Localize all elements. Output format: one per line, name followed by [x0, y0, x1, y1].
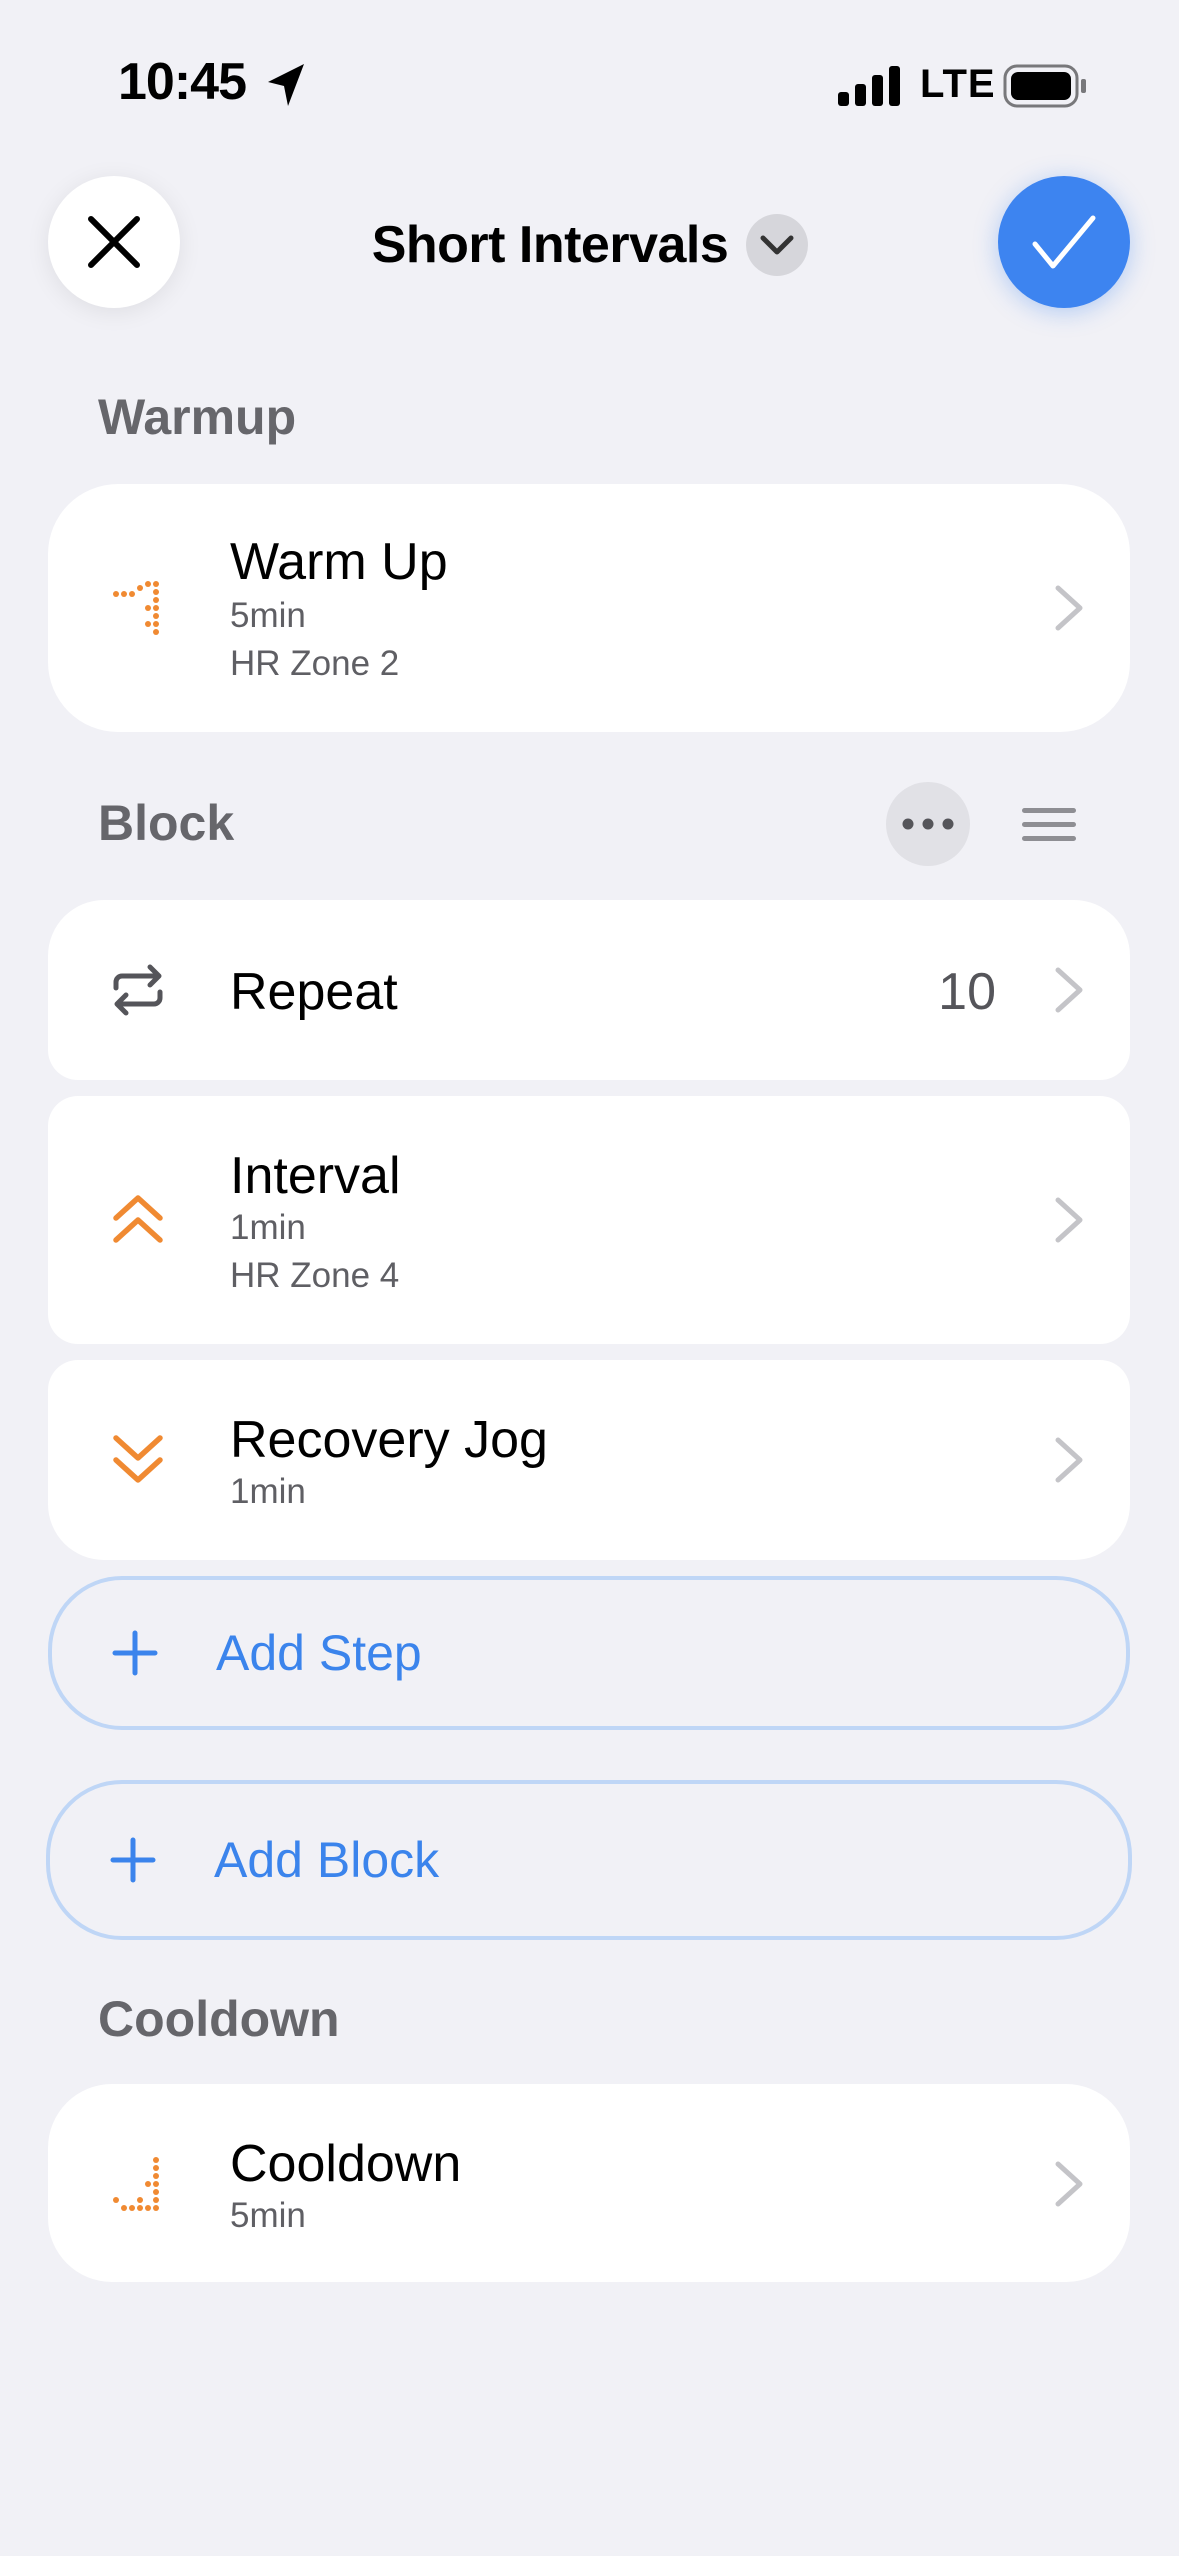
step-card-cooldown[interactable]: Cooldown 5min — [48, 2084, 1130, 2282]
close-button[interactable] — [48, 176, 180, 308]
chevron-down-icon — [760, 235, 794, 255]
step-card-recovery-jog[interactable]: Recovery Jog 1min — [48, 1360, 1130, 1560]
chevron-right-icon — [1055, 967, 1083, 1013]
add-block-button[interactable]: Add Block — [46, 1780, 1132, 1940]
chevrons-down-icon — [113, 1435, 163, 1483]
chevron-right-icon — [1055, 2161, 1083, 2207]
step-title: Cooldown — [230, 2135, 462, 2193]
step-title: Warm Up — [230, 533, 448, 591]
chevrons-up-icon — [113, 1195, 163, 1243]
repeat-count: 10 — [938, 963, 996, 1021]
step-card-interval[interactable]: Interval 1min HR Zone 4 — [48, 1096, 1130, 1344]
plus-icon — [110, 1837, 156, 1883]
step-title: Interval — [230, 1147, 401, 1205]
block-more-button[interactable] — [886, 782, 970, 866]
add-block-label: Add Block — [214, 1832, 440, 1888]
ellipsis-icon — [902, 818, 954, 830]
section-header-warmup: Warmup — [98, 389, 297, 445]
step-target: HR Zone 4 — [230, 1256, 400, 1295]
done-button[interactable] — [998, 176, 1130, 308]
chevron-right-icon — [1055, 585, 1083, 631]
step-duration: 1min — [230, 1208, 306, 1247]
status-time: 10:45 — [118, 53, 247, 111]
battery-icon — [1003, 64, 1086, 108]
add-step-button[interactable]: Add Step — [48, 1576, 1130, 1730]
repeat-card[interactable]: Repeat 10 — [48, 900, 1130, 1080]
step-duration: 5min — [230, 596, 306, 635]
plus-icon — [112, 1630, 158, 1676]
network-type: LTE — [920, 62, 996, 106]
add-step-label: Add Step — [216, 1625, 422, 1681]
step-duration: 1min — [230, 1472, 306, 1511]
step-target: HR Zone 2 — [230, 644, 400, 683]
title-dropdown[interactable] — [746, 214, 809, 276]
cooldown-steps-icon — [113, 2157, 159, 2211]
page-title: Short Intervals — [371, 216, 729, 274]
step-card-warm-up[interactable]: Warm Up 5min HR Zone 2 — [48, 484, 1130, 732]
chevron-right-icon — [1055, 1197, 1083, 1243]
chevron-right-icon — [1055, 1437, 1083, 1483]
step-duration: 5min — [230, 2196, 306, 2235]
section-header-block: Block — [98, 795, 235, 851]
close-icon — [88, 216, 140, 268]
workout-title-selector[interactable]: Short Intervals — [300, 200, 880, 290]
cellular-signal-icon — [838, 66, 900, 106]
section-header-cooldown: Cooldown — [98, 1991, 340, 2047]
location-arrow-icon — [268, 64, 304, 106]
reorder-handle-icon[interactable] — [1022, 808, 1076, 842]
step-title: Recovery Jog — [230, 1411, 548, 1469]
checkmark-icon — [1032, 215, 1096, 269]
repeat-label: Repeat — [230, 963, 398, 1021]
repeat-icon — [113, 964, 163, 1016]
warmup-steps-icon — [113, 581, 159, 635]
